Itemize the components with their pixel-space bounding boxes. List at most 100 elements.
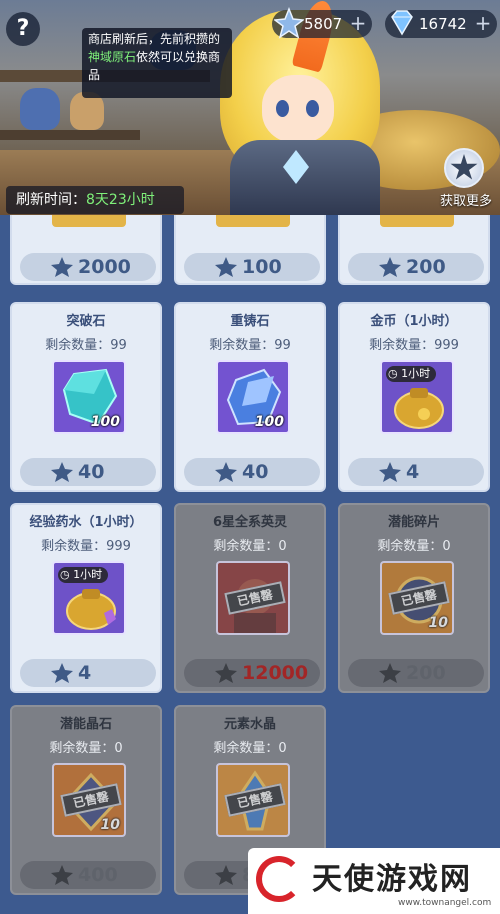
currency-diamond: 16742 +	[385, 10, 497, 38]
price-button[interactable]: 4	[348, 458, 484, 486]
get-more-label: 获取更多	[439, 194, 492, 209]
refresh-time: 8天23小时	[86, 192, 155, 208]
price-button[interactable]: 200	[348, 253, 484, 281]
shop-item-card-sold-out: 6星全系英灵 剩余数量：0 已售罄 12000	[174, 503, 326, 693]
refresh-label: 刷新时间：	[16, 192, 86, 208]
item-remaining: 剩余数量：0	[176, 535, 324, 554]
add-currency-button[interactable]: +	[473, 13, 493, 33]
price-value: 40	[242, 461, 269, 483]
shopkeeper-body	[230, 140, 380, 215]
item-name: 突破石	[66, 314, 106, 329]
item-remaining: 剩余数量：0	[176, 737, 324, 756]
shop-item-card[interactable]: 100	[174, 215, 326, 285]
remaining-value: 0	[278, 539, 287, 554]
remaining-value: 999	[106, 539, 131, 554]
star-rating-strip	[216, 215, 290, 227]
element-crystal-icon: 已售罄	[216, 763, 290, 837]
gold-bag-icon: ◷ 1小时	[380, 360, 454, 434]
star-crystal-icon	[51, 462, 73, 482]
item-quantity: 10	[100, 817, 120, 833]
shop-item-card[interactable]: 2000	[10, 215, 162, 285]
remaining-label: 剩余数量：	[41, 539, 107, 554]
shopkeeper-face	[262, 75, 334, 143]
star-crystal-icon	[379, 257, 401, 277]
price-value: 200	[406, 662, 446, 684]
watermark-logo-icon	[256, 856, 302, 902]
price-button[interactable]: 2000	[20, 253, 156, 281]
item-remaining: 剩余数量：99	[176, 334, 324, 353]
remaining-label: 剩余数量：	[213, 741, 279, 756]
item-remaining: 剩余数量：999	[340, 334, 488, 353]
shop-item-card[interactable]: 重铸石 剩余数量：99 100 40	[174, 302, 326, 492]
shop-item-card[interactable]: 金币（1小时） 剩余数量：999 ◷ 1小时 4	[338, 302, 490, 492]
item-quantity: 10	[428, 615, 448, 631]
item-name: 重铸石	[230, 314, 270, 329]
shopkeeper-eye	[306, 100, 319, 117]
item-remaining: 剩余数量：999	[12, 535, 160, 554]
hero-portrait-icon: 已售罄	[216, 561, 290, 635]
watermark-url: www.townangel.com	[398, 898, 492, 908]
price-button[interactable]: 4	[20, 659, 156, 687]
star-crystal-icon	[215, 257, 237, 277]
star-crystal-icon	[274, 7, 304, 39]
price-value: 200	[406, 256, 446, 278]
item-name: 经验药水（1小时）	[29, 515, 143, 530]
item-remaining: 剩余数量：99	[12, 334, 160, 353]
tooltip-text: 商店刷新后，先前积攒的	[88, 32, 221, 46]
item-remaining: 剩余数量：0	[340, 535, 488, 554]
remaining-value: 0	[114, 741, 123, 756]
shop-item-card-sold-out: 潜能晶石 剩余数量：0 已售罄 10 400	[10, 705, 162, 895]
remaining-value: 99	[110, 338, 127, 353]
star-rating-strip	[380, 215, 454, 227]
price-button[interactable]: 40	[184, 458, 320, 486]
jar-decoration	[20, 88, 60, 130]
star-crystal-icon	[51, 865, 73, 885]
star-crystal-icon	[215, 663, 237, 683]
star-crystal-icon	[51, 257, 73, 277]
watermark-text: 天使游戏网	[312, 862, 472, 897]
remaining-value: 0	[278, 741, 287, 756]
price-value: 4	[78, 662, 92, 684]
item-remaining: 剩余数量：0	[12, 737, 160, 756]
remaining-value: 0	[442, 539, 451, 554]
get-more-button[interactable]: 获取更多	[432, 148, 500, 210]
price-button: 12000	[184, 659, 320, 687]
remaining-value: 999	[434, 338, 459, 353]
price-button: 400	[20, 861, 156, 889]
shop-item-card[interactable]: 经验药水（1小时） 剩余数量：999 ◷ 1小时 4	[10, 503, 162, 693]
clock-tag: ◷ 1小时	[386, 366, 437, 382]
remaining-value: 99	[274, 338, 291, 353]
remaining-label: 剩余数量：	[45, 338, 111, 353]
price-value: 12000	[242, 662, 309, 684]
star-crystal-icon	[379, 462, 401, 482]
refresh-timer: 刷新时间：8天23小时	[6, 186, 184, 214]
price-button[interactable]: 40	[20, 458, 156, 486]
shopkeeper-eye	[276, 100, 289, 117]
price-button[interactable]: 100	[184, 253, 320, 281]
reforge-stone-icon: 100	[216, 360, 290, 434]
remaining-label: 剩余数量：	[213, 539, 279, 554]
diamond-icon	[391, 10, 413, 36]
shop-item-card[interactable]: 突破石 剩余数量：99 100 40	[10, 302, 162, 492]
price-value: 4	[406, 461, 420, 483]
price-value: 100	[242, 256, 282, 278]
add-currency-button[interactable]: +	[348, 13, 368, 33]
shop-item-card-sold-out: 潜能碎片 剩余数量：0 已售罄 10 200	[338, 503, 490, 693]
item-name: 潜能晶石	[59, 717, 112, 732]
shop-item-card[interactable]: 200	[338, 215, 490, 285]
duration-tag: 1小时	[73, 568, 103, 581]
price-value: 2000	[78, 256, 131, 278]
potential-shard-icon: 已售罄 10	[380, 561, 454, 635]
remaining-label: 剩余数量：	[377, 539, 443, 554]
help-button[interactable]: ?	[6, 12, 40, 46]
star-rating-strip	[52, 215, 126, 227]
item-quantity: 100	[90, 414, 120, 430]
site-watermark: 天使游戏网 www.townangel.com	[248, 848, 500, 914]
shop-tooltip: 商店刷新后，先前积攒的神域原石依然可以兑换商品	[82, 28, 232, 98]
duration-tag: 1小时	[401, 367, 431, 380]
star-crystal-icon	[215, 865, 237, 885]
item-name: 元素水晶	[223, 717, 276, 732]
currency-star-crystal: 5807 +	[272, 7, 372, 39]
price-button: 200	[348, 659, 484, 687]
price-value: 400	[78, 864, 118, 886]
